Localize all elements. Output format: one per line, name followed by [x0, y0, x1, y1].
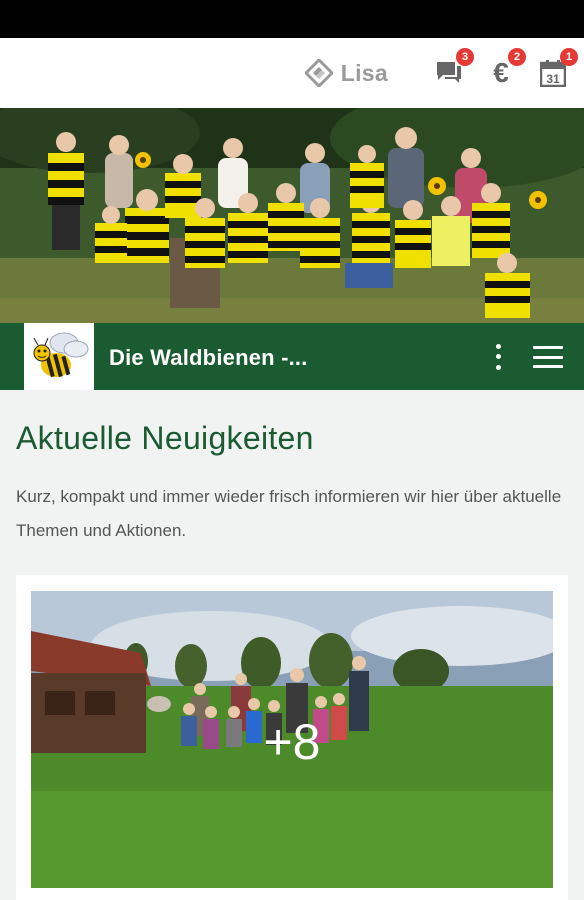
top-bar: Lisa 3 € 2 31 1	[0, 38, 584, 108]
calendar-day-label: 31	[546, 72, 560, 86]
more-photos-count: +8	[263, 714, 320, 770]
hamburger-line	[533, 355, 563, 359]
news-description: Kurz, kompakt und immer wieder frisch in…	[16, 487, 562, 540]
more-options-button[interactable]	[486, 341, 510, 373]
user-switcher[interactable]: Lisa	[304, 59, 388, 87]
user-logo-icon	[304, 59, 333, 87]
dot-icon	[495, 365, 501, 371]
group-cover-photo	[0, 108, 584, 324]
group-logo[interactable]	[24, 323, 94, 390]
payments-badge: 2	[508, 48, 526, 66]
news-section: Aktuelle Neuigkeiten Kurz, kompakt und i…	[0, 390, 584, 900]
messages-badge: 3	[456, 48, 474, 66]
group-header: Die Waldbienen -...	[0, 323, 584, 390]
news-heading: Aktuelle Neuigkeiten	[16, 420, 314, 456]
payments-button[interactable]: € 2	[486, 48, 526, 88]
news-card[interactable]: +8	[16, 575, 568, 900]
euro-icon: €	[493, 57, 509, 88]
calendar-button[interactable]: 31 1	[538, 48, 578, 88]
group-title[interactable]: Die Waldbienen -...	[109, 345, 308, 371]
hamburger-line	[533, 365, 563, 368]
status-bar	[0, 0, 584, 38]
menu-button[interactable]	[533, 346, 563, 368]
messages-button[interactable]: 3	[434, 48, 474, 88]
dot-icon	[495, 343, 501, 349]
post-photo[interactable]: +8	[31, 591, 553, 888]
hamburger-line	[533, 346, 563, 349]
calendar-badge: 1	[560, 48, 578, 66]
bee-logo-icon	[33, 332, 89, 378]
dot-icon	[495, 354, 501, 360]
user-name: Lisa	[340, 59, 388, 86]
